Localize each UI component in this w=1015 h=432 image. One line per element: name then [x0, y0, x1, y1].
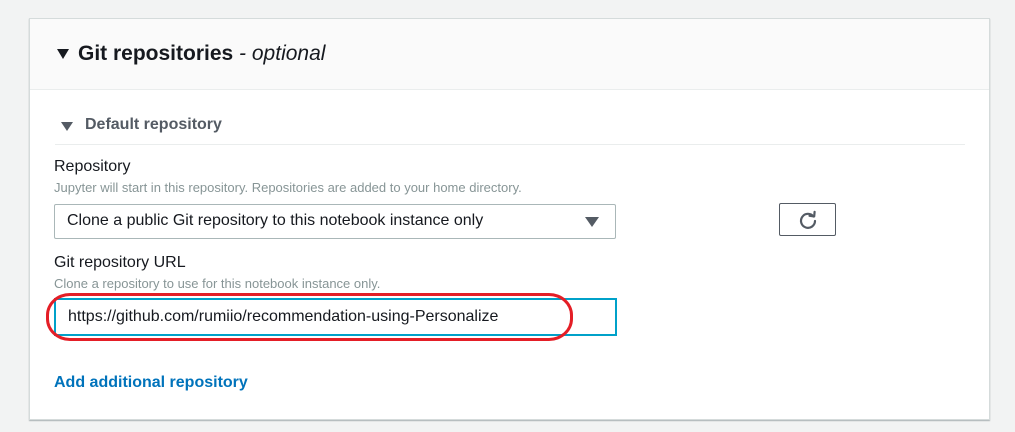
- repository-select-value: Clone a public Git repository to this no…: [67, 212, 484, 229]
- panel-title-optional: - optional: [239, 42, 326, 65]
- add-additional-repository-link[interactable]: Add additional repository: [54, 374, 248, 392]
- git-url-input[interactable]: [54, 298, 617, 336]
- caret-down-icon[interactable]: [57, 49, 69, 59]
- panel-title-text: Git repositories: [78, 42, 234, 65]
- panel-title: Git repositories - optional: [78, 40, 325, 68]
- default-repository-title: Default repository: [85, 116, 222, 133]
- caret-down-icon: [585, 217, 599, 227]
- panel-header[interactable]: Git repositories - optional: [30, 19, 989, 90]
- repository-description: Jupyter will start in this repository. R…: [54, 180, 522, 195]
- repository-select[interactable]: Clone a public Git repository to this no…: [54, 204, 616, 239]
- git-url-description: Clone a repository to use for this noteb…: [54, 276, 381, 291]
- refresh-icon: [799, 210, 817, 229]
- git-url-label: Git repository URL: [54, 254, 186, 271]
- default-repository-header[interactable]: Default repository: [55, 115, 965, 145]
- git-repositories-panel: Git repositories - optional Default repo…: [29, 18, 990, 420]
- repository-label: Repository: [54, 158, 131, 175]
- refresh-button[interactable]: [779, 203, 836, 236]
- caret-down-icon[interactable]: [61, 122, 73, 131]
